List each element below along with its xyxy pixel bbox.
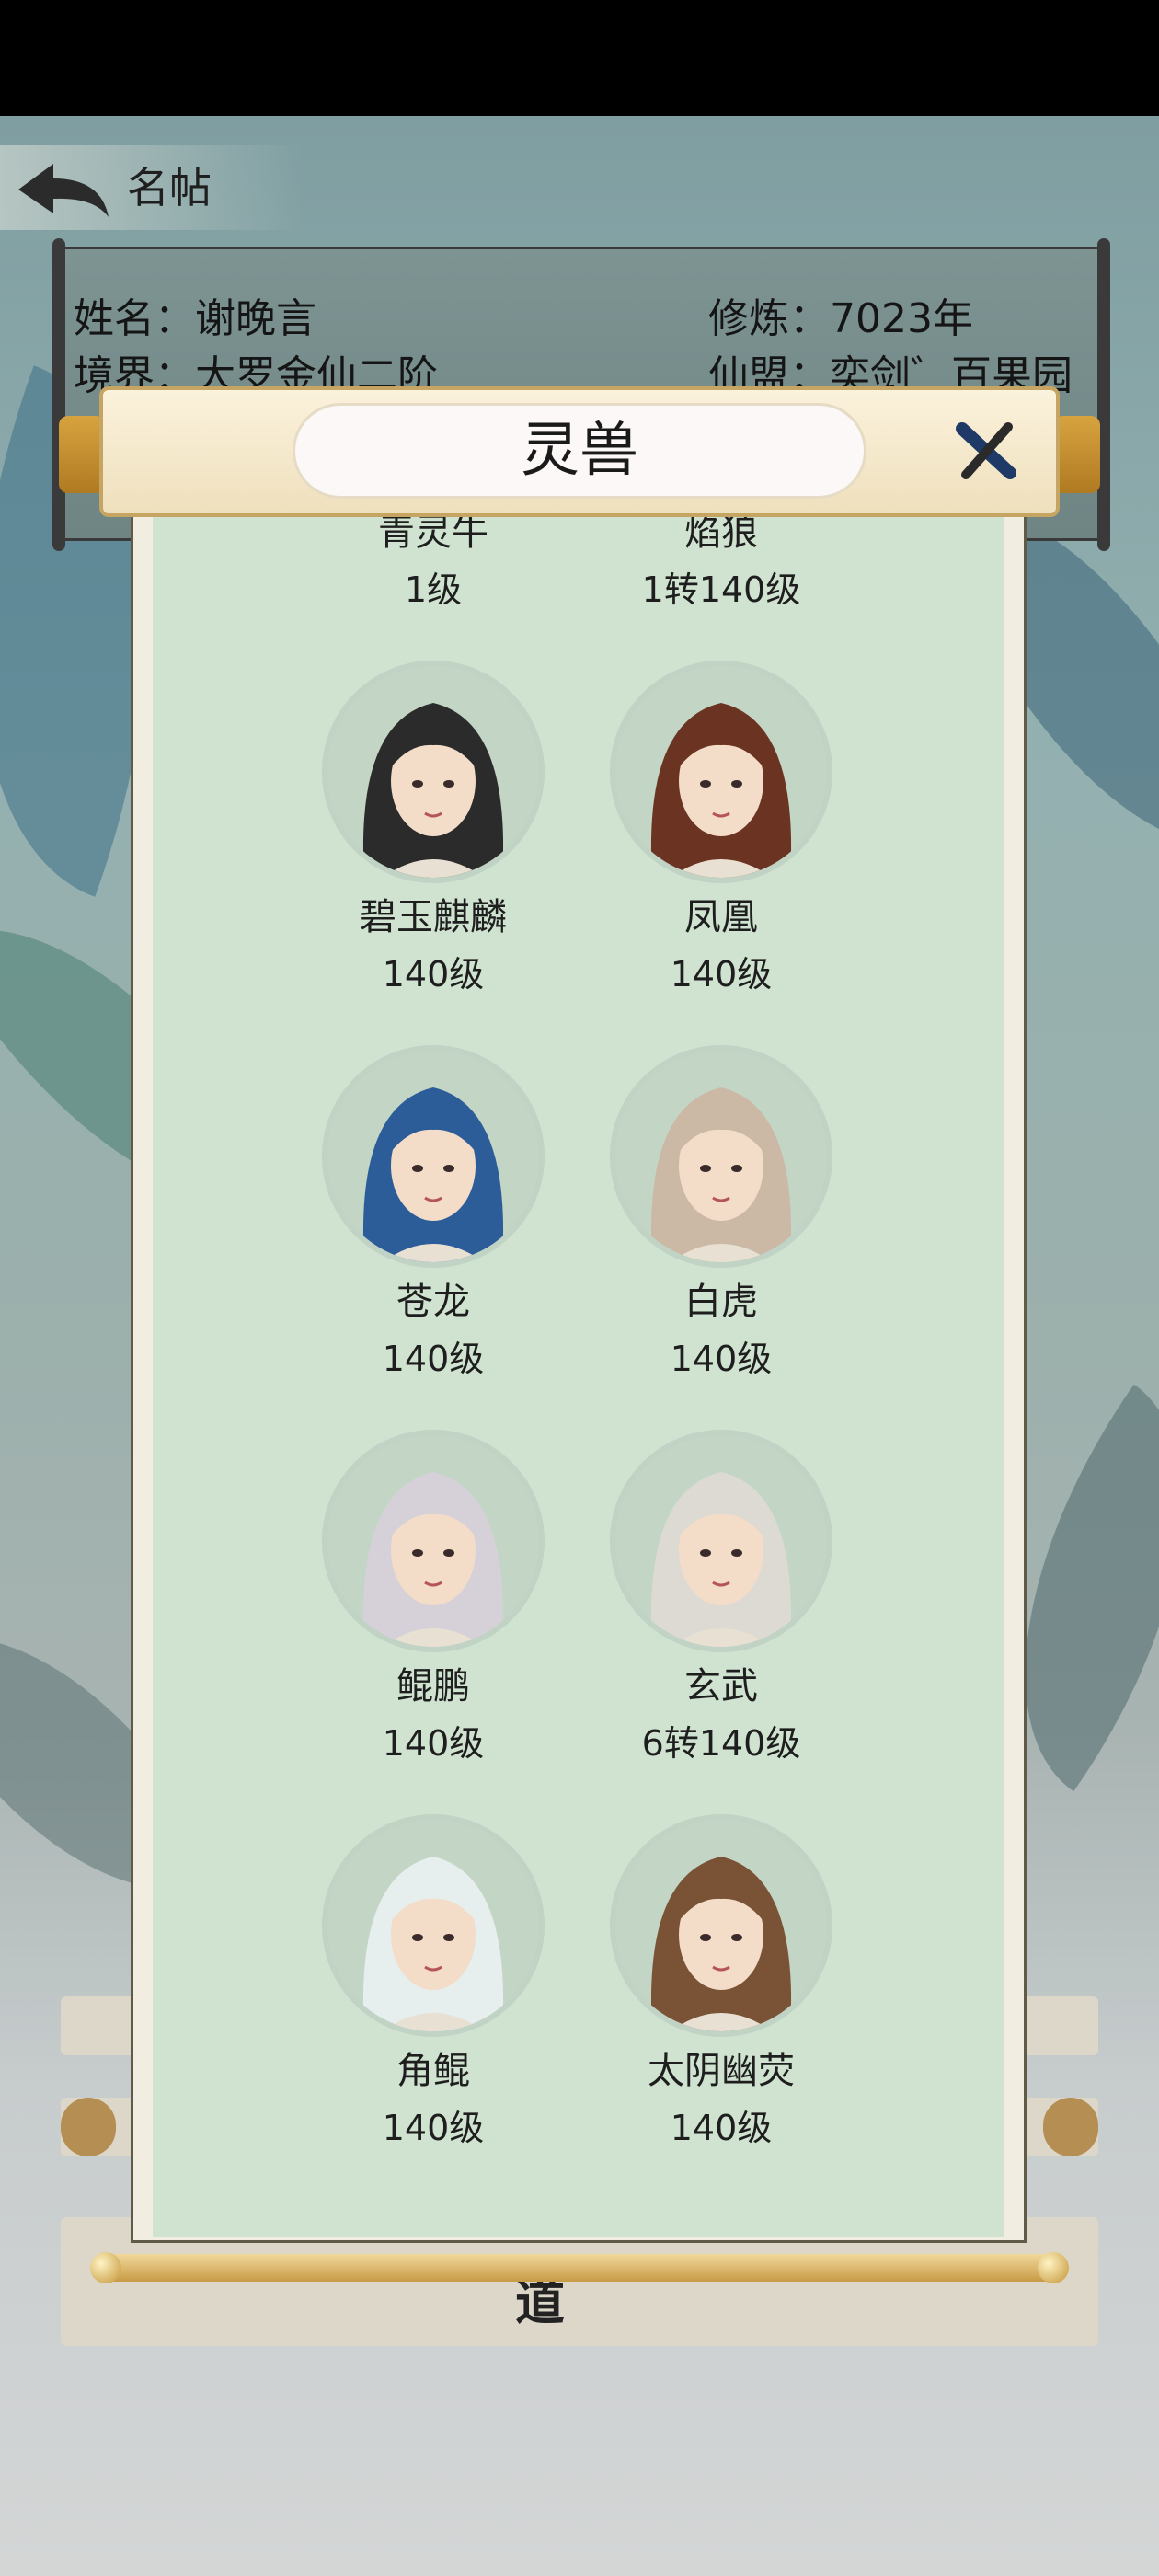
pet-level: 140级 bbox=[670, 954, 773, 995]
scroll-rod-left bbox=[59, 416, 105, 493]
baihu-avatar bbox=[615, 1051, 827, 1262]
kunpeng-avatar bbox=[327, 1435, 539, 1647]
pet-name: 太阴幽荧 bbox=[648, 2050, 795, 2092]
pet-name: 玄武 bbox=[684, 1665, 758, 1708]
pet-level: 140级 bbox=[670, 2108, 773, 2148]
profile-cultivation: 修炼：7023年 bbox=[708, 295, 973, 342]
page-title: 名帖 bbox=[127, 163, 212, 213]
pet-name: 白虎 bbox=[684, 1281, 758, 1323]
pet-name: 焰狼 bbox=[684, 512, 758, 554]
pet-name: 凤凰 bbox=[684, 896, 758, 938]
pet-list[interactable]: 青灵牛 1级 焰狼 1转140级 碧玉麒麟 140级 凤凰 140级 苍龙 140级 白虎 140级鲲… bbox=[153, 512, 1004, 2237]
xuanwu-avatar bbox=[615, 1435, 827, 1647]
jiaokun-avatar bbox=[327, 1820, 539, 2031]
scroll-rod-right bbox=[1054, 416, 1100, 493]
status-bar bbox=[0, 0, 1159, 116]
scroll-rod-bottom bbox=[92, 2254, 1067, 2282]
pet-level: 140级 bbox=[670, 1339, 773, 1379]
pet-level: 6转140级 bbox=[641, 1723, 801, 1764]
close-icon[interactable] bbox=[953, 418, 1019, 484]
back-arrow-icon[interactable] bbox=[13, 158, 114, 223]
profile-name: 姓名：谢晚言 bbox=[74, 295, 316, 342]
modal-title: 灵兽 bbox=[521, 417, 638, 485]
pet-level: 1转140级 bbox=[641, 569, 801, 610]
fenghuang-avatar bbox=[615, 666, 827, 878]
biyu-qilin-avatar bbox=[327, 666, 539, 878]
taiyin-youying-avatar bbox=[615, 1820, 827, 2031]
canglong-avatar bbox=[327, 1051, 539, 1262]
